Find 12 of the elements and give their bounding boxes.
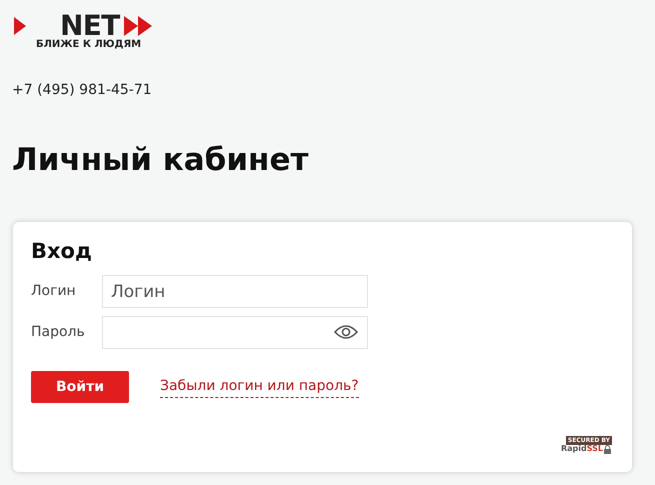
- field-label: Логин: [31, 282, 77, 302]
- field-label: Пароль: [31, 323, 86, 342]
- login-field[interactable]: Логин: [102, 275, 368, 308]
- eye-icon[interactable]: [334, 324, 358, 340]
- logo-text: NET: [60, 12, 120, 40]
- password-field[interactable]: [102, 316, 368, 350]
- forgot-password-link[interactable]: Забыли логин или пароль?: [160, 376, 359, 398]
- logo-tagline: БЛИЖЕ К ЛЮДЯМ: [36, 40, 142, 50]
- page-title: Личный кабинет: [12, 141, 310, 180]
- login-button[interactable]: Войти: [31, 371, 129, 404]
- phone-number: +7 (495) 981-45-71: [12, 81, 153, 100]
- card-title: Вход: [31, 238, 93, 265]
